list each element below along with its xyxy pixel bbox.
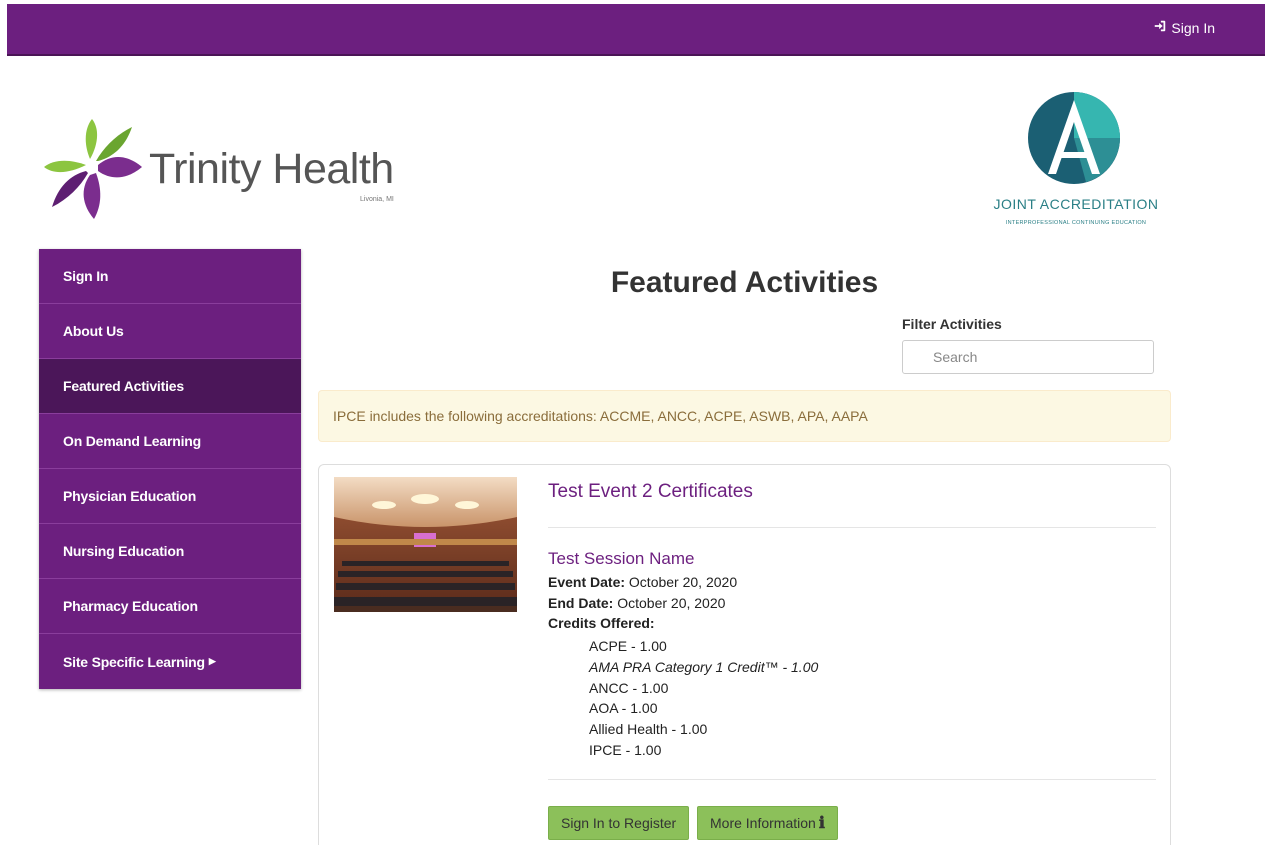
credit-item: Allied Health - 1.00 (589, 721, 708, 738)
accreditation-alert: IPCE includes the following accreditatio… (318, 390, 1171, 442)
trinity-health-logo[interactable]: Trinity Health Livonia, MI (40, 115, 410, 225)
top-signin-link[interactable]: Sign In (1153, 19, 1215, 36)
credits-line: Credits Offered: (548, 615, 655, 631)
sidebar-item-label: Sign In (63, 268, 109, 284)
session-title-link[interactable]: Test Session Name (548, 549, 694, 569)
end-date-value: October 20, 2020 (617, 595, 726, 611)
sidebar-item-label: Featured Activities (63, 378, 184, 394)
sidebar-item-label: Physician Education (63, 488, 197, 504)
divider (548, 779, 1156, 780)
accreditation-triangle-icon (1028, 92, 1120, 184)
sidebar-item-site-specific-learning[interactable]: Site Specific Learning ▶ (39, 634, 301, 689)
sidebar-item-physician-education[interactable]: Physician Education (39, 469, 301, 524)
trinity-cross-icon (44, 119, 142, 219)
end-date-label: End Date: (548, 595, 614, 611)
credit-item: ACPE - 1.00 (589, 638, 667, 654)
event-image[interactable] (334, 477, 517, 612)
accreditor-title: JOINT ACCREDITATION (993, 196, 1159, 212)
sign-in-to-register-button[interactable]: Sign In to Register (548, 806, 690, 840)
sidebar-item-sign-in[interactable]: Sign In (39, 249, 301, 304)
activity-card: Test Event 2 Certificates Test Session N… (318, 464, 1171, 845)
button-label: More Information (710, 815, 816, 831)
sidebar-item-pharmacy-education[interactable]: Pharmacy Education (39, 579, 301, 634)
sidebar-item-nursing-education[interactable]: Nursing Education (39, 524, 301, 579)
sidebar-item-label: Nursing Education (63, 543, 185, 559)
credit-item: AOA - 1.00 (589, 700, 658, 717)
divider (548, 527, 1156, 528)
credits-list: ACPE - 1.00 AMA PRA Category 1 Credit™ -… (589, 636, 818, 761)
sign-in-icon (1153, 19, 1167, 36)
sidebar-item-on-demand-learning[interactable]: On Demand Learning (39, 414, 301, 469)
alert-text: IPCE includes the following accreditatio… (333, 408, 868, 424)
org-location: Livonia, MI (360, 196, 394, 203)
sidebar-nav: Sign In About Us Featured Activities On … (39, 249, 301, 689)
event-date-label: Event Date: (548, 574, 626, 590)
top-navbar: Sign In (7, 4, 1265, 56)
accreditor-subtitle: INTERPROFESSIONAL CONTINUING EDUCATION (1005, 220, 1147, 226)
top-signin-label: Sign In (1171, 19, 1215, 36)
search-input[interactable] (902, 340, 1154, 374)
event-date-line: Event Date: October 20, 2020 (548, 574, 737, 590)
credit-item: AMA PRA Category 1 Credit™ - 1.00 (589, 658, 819, 675)
caret-right-icon: ▶ (208, 656, 216, 666)
page-title: Featured Activities (610, 266, 879, 299)
info-icon: ℹ (818, 815, 825, 832)
sidebar-item-label: Pharmacy Education (63, 598, 198, 614)
end-date-line: End Date: October 20, 2020 (548, 595, 725, 611)
credit-item: IPCE - 1.00 (589, 741, 662, 758)
joint-accreditation-logo: JOINT ACCREDITATION INTERPROFESSIONAL CO… (976, 90, 1176, 235)
sidebar-item-label: On Demand Learning (63, 433, 201, 449)
more-information-button[interactable]: More Information ℹ (697, 806, 838, 840)
sidebar-item-featured-activities[interactable]: Featured Activities (39, 359, 301, 414)
filter-label: Filter Activities (902, 316, 1002, 332)
event-title-link[interactable]: Test Event 2 Certificates (548, 481, 753, 503)
sidebar-item-label: About Us (63, 323, 124, 339)
sidebar-item-about-us[interactable]: About Us (39, 304, 301, 359)
button-label: Sign In to Register (561, 815, 677, 831)
credit-item: ANCC - 1.00 (589, 679, 669, 696)
credits-label: Credits Offered: (548, 615, 655, 631)
event-date-value: October 20, 2020 (628, 574, 738, 590)
org-name: Trinity Health (149, 145, 394, 193)
sidebar-item-label: Site Specific Learning (63, 653, 205, 670)
